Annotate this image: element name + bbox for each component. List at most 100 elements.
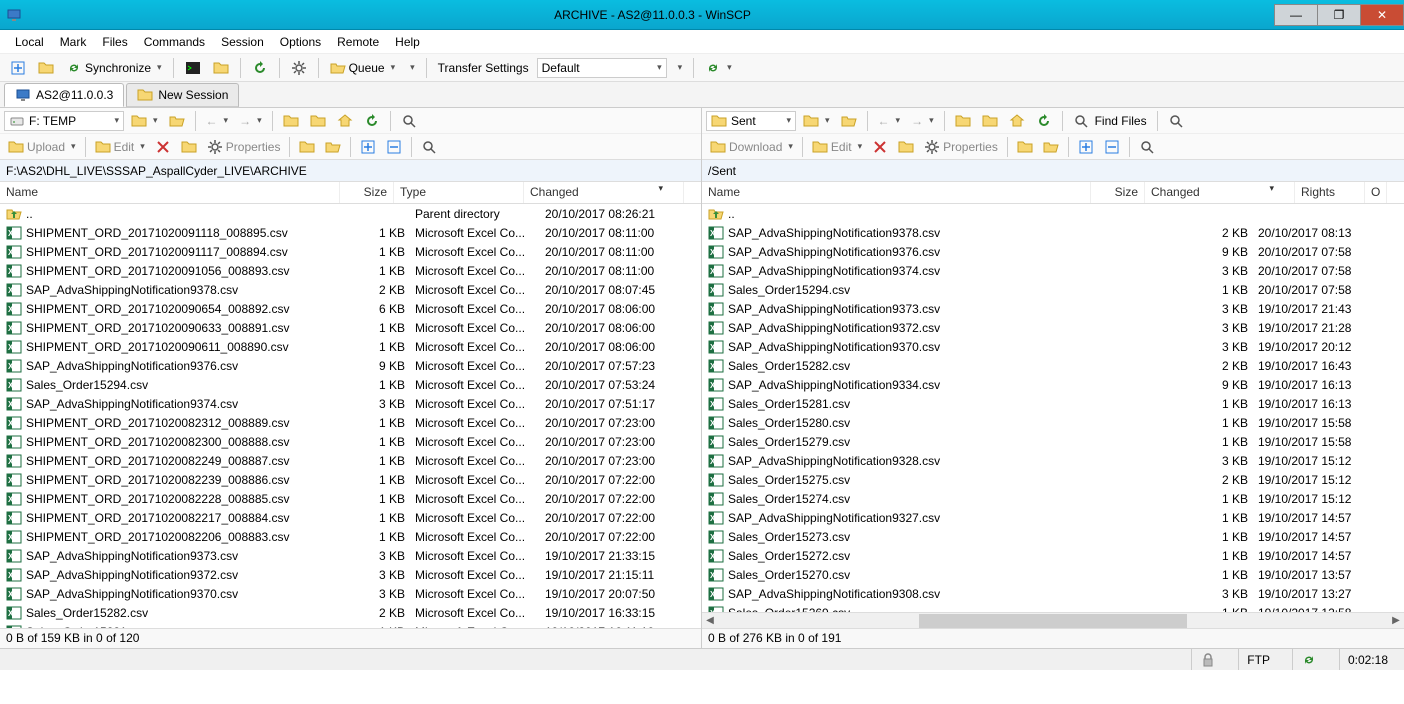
local-root-button[interactable] xyxy=(306,110,330,132)
sync-browse-button[interactable] xyxy=(34,57,58,79)
remote-newfolder-button[interactable] xyxy=(894,136,918,158)
local-filter-button[interactable] xyxy=(127,110,162,132)
file-row[interactable]: SHIPMENT_ORD_20171020091117_008894.csv1 … xyxy=(0,242,701,261)
close-button[interactable]: ✕ xyxy=(1360,4,1404,26)
reconnect-button[interactable] xyxy=(701,57,736,79)
local-col-changed[interactable]: Changed xyxy=(524,182,684,203)
file-row[interactable]: SAP_AdvaShippingNotification9372.csv3 KB… xyxy=(0,565,701,584)
local-newfile-button[interactable] xyxy=(295,136,319,158)
file-row[interactable]: Sales_Order15275.csv2 KB19/10/2017 15:12 xyxy=(702,470,1404,489)
file-row[interactable]: Sales_Order15282.csv2 KB19/10/2017 16:43 xyxy=(702,356,1404,375)
file-row[interactable]: SAP_AdvaShippingNotification9376.csv9 KB… xyxy=(702,242,1404,261)
local-path-bar[interactable]: F:\AS2\DHL_LIVE\SSSAP_AspallCyder_LIVE\A… xyxy=(0,160,701,182)
file-row[interactable]: SAP_AdvaShippingNotification9370.csv3 KB… xyxy=(702,337,1404,356)
menu-files[interactable]: Files xyxy=(95,32,134,52)
local-calc-button[interactable] xyxy=(321,136,345,158)
menu-commands[interactable]: Commands xyxy=(137,32,212,52)
maximize-button[interactable]: ❐ xyxy=(1317,4,1361,26)
remote-collapse-button[interactable] xyxy=(1100,136,1124,158)
parent-dir-row[interactable]: ..Parent directory20/10/2017 08:26:21 xyxy=(0,204,701,223)
local-drive-dropdown[interactable]: F: TEMP xyxy=(4,111,124,131)
file-row[interactable]: Sales_Order15272.csv1 KB19/10/2017 14:57 xyxy=(702,546,1404,565)
file-row[interactable]: SHIPMENT_ORD_20171020082206_008883.csv1 … xyxy=(0,527,701,546)
remote-forward-button[interactable]: → xyxy=(907,110,938,132)
file-row[interactable]: SHIPMENT_ORD_20171020082312_008889.csv1 … xyxy=(0,413,701,432)
local-home-button[interactable] xyxy=(333,110,357,132)
local-collapse-button[interactable] xyxy=(382,136,406,158)
file-row[interactable]: SAP_AdvaShippingNotification9374.csv3 KB… xyxy=(0,394,701,413)
synchronize-button[interactable]: Synchronize xyxy=(62,57,166,79)
file-row[interactable]: SAP_AdvaShippingNotification9370.csv3 KB… xyxy=(0,584,701,603)
file-row[interactable]: Sales_Order15279.csv1 KB19/10/2017 15:58 xyxy=(702,432,1404,451)
remote-parent-button[interactable] xyxy=(951,110,975,132)
local-forward-button[interactable]: → xyxy=(235,110,266,132)
remote-root-button[interactable] xyxy=(978,110,1002,132)
session-tab-new[interactable]: New Session xyxy=(126,83,239,107)
file-row[interactable]: SAP_AdvaShippingNotification9376.csv9 KB… xyxy=(0,356,701,375)
find-files-button[interactable]: Find Files xyxy=(1069,110,1151,132)
local-parent-button[interactable] xyxy=(279,110,303,132)
file-row[interactable]: SAP_AdvaShippingNotification9378.csv2 KB… xyxy=(702,223,1404,242)
remote-properties-button[interactable]: Properties xyxy=(920,136,1002,158)
remote-col-changed[interactable]: Changed xyxy=(1145,182,1295,203)
remote-copy-path-button[interactable] xyxy=(1135,136,1159,158)
remote-col-name[interactable]: Name xyxy=(702,182,1091,203)
menu-help[interactable]: Help xyxy=(388,32,427,52)
local-newfolder-button[interactable] xyxy=(177,136,201,158)
file-row[interactable]: SHIPMENT_ORD_20171020091118_008895.csv1 … xyxy=(0,223,701,242)
remote-bookmark-button[interactable] xyxy=(837,110,861,132)
remote-delete-button[interactable] xyxy=(868,136,892,158)
remote-file-list[interactable]: ..SAP_AdvaShippingNotification9378.csv2 … xyxy=(702,204,1404,628)
file-row[interactable]: SAP_AdvaShippingNotification9328.csv3 KB… xyxy=(702,451,1404,470)
upload-button[interactable]: Upload xyxy=(4,136,80,158)
file-row[interactable]: Sales_Order15281.csv1 KBMicrosoft Excel … xyxy=(0,622,701,628)
remote-col-size[interactable]: Size xyxy=(1091,182,1145,203)
local-col-type[interactable]: Type xyxy=(394,182,524,203)
file-row[interactable]: SHIPMENT_ORD_20171020082239_008886.csv1 … xyxy=(0,470,701,489)
file-row[interactable]: SHIPMENT_ORD_20171020090633_008891.csv1 … xyxy=(0,318,701,337)
file-row[interactable]: SHIPMENT_ORD_20171020082300_008888.csv1 … xyxy=(0,432,701,451)
file-row[interactable]: Sales_Order15273.csv1 KB19/10/2017 14:57 xyxy=(702,527,1404,546)
transfer-settings-dropdown[interactable]: Default xyxy=(537,58,667,78)
remote-filter-button[interactable] xyxy=(799,110,834,132)
remote-hscroll[interactable]: ◀▶ xyxy=(702,612,1404,628)
download-button[interactable]: Download xyxy=(706,136,797,158)
file-row[interactable]: SAP_AdvaShippingNotification9378.csv2 KB… xyxy=(0,280,701,299)
file-row[interactable]: SHIPMENT_ORD_20171020091056_008893.csv1 … xyxy=(0,261,701,280)
transfer-mode-status[interactable] xyxy=(1292,649,1325,670)
local-tree-button[interactable] xyxy=(397,110,421,132)
remote-tree-button[interactable] xyxy=(1164,110,1188,132)
menu-local[interactable]: Local xyxy=(8,32,51,52)
file-row[interactable]: Sales_Order15280.csv1 KB19/10/2017 15:58 xyxy=(702,413,1404,432)
file-row[interactable]: SAP_AdvaShippingNotification9308.csv3 KB… xyxy=(702,584,1404,603)
file-row[interactable]: SHIPMENT_ORD_20171020082228_008885.csv1 … xyxy=(0,489,701,508)
local-delete-button[interactable] xyxy=(151,136,175,158)
menu-options[interactable]: Options xyxy=(273,32,328,52)
local-edit-button[interactable]: Edit xyxy=(91,136,149,158)
remote-calc-button[interactable] xyxy=(1039,136,1063,158)
file-row[interactable]: Sales_Order15270.csv1 KB19/10/2017 13:57 xyxy=(702,565,1404,584)
file-row[interactable]: Sales_Order15294.csv1 KB20/10/2017 07:58 xyxy=(702,280,1404,299)
queue-button[interactable]: Queue xyxy=(326,57,400,79)
transfer-settings-menu[interactable] xyxy=(671,57,687,79)
menu-remote[interactable]: Remote xyxy=(330,32,386,52)
file-row[interactable]: Sales_Order15281.csv1 KB19/10/2017 16:13 xyxy=(702,394,1404,413)
menu-mark[interactable]: Mark xyxy=(53,32,94,52)
compare-button[interactable] xyxy=(209,57,233,79)
remote-expand-button[interactable] xyxy=(1074,136,1098,158)
file-row[interactable]: SHIPMENT_ORD_20171020090654_008892.csv6 … xyxy=(0,299,701,318)
local-bookmark-button[interactable] xyxy=(165,110,189,132)
file-row[interactable]: Sales_Order15274.csv1 KB19/10/2017 15:12 xyxy=(702,489,1404,508)
file-row[interactable]: SAP_AdvaShippingNotification9373.csv3 KB… xyxy=(702,299,1404,318)
remote-home-button[interactable] xyxy=(1005,110,1029,132)
file-row[interactable]: SAP_AdvaShippingNotification9334.csv9 KB… xyxy=(702,375,1404,394)
local-expand-button[interactable] xyxy=(356,136,380,158)
remote-col-rights[interactable]: Rights xyxy=(1295,182,1365,203)
file-row[interactable]: Sales_Order15269.csv1 KB19/10/2017 12:58 xyxy=(702,603,1404,612)
remote-col-owner[interactable]: O xyxy=(1365,182,1387,203)
local-col-size[interactable]: Size xyxy=(340,182,394,203)
preferences-button[interactable] xyxy=(287,57,311,79)
address-book-button[interactable] xyxy=(6,57,30,79)
local-file-list[interactable]: ..Parent directory20/10/2017 08:26:21SHI… xyxy=(0,204,701,628)
file-row[interactable]: SAP_AdvaShippingNotification9372.csv3 KB… xyxy=(702,318,1404,337)
